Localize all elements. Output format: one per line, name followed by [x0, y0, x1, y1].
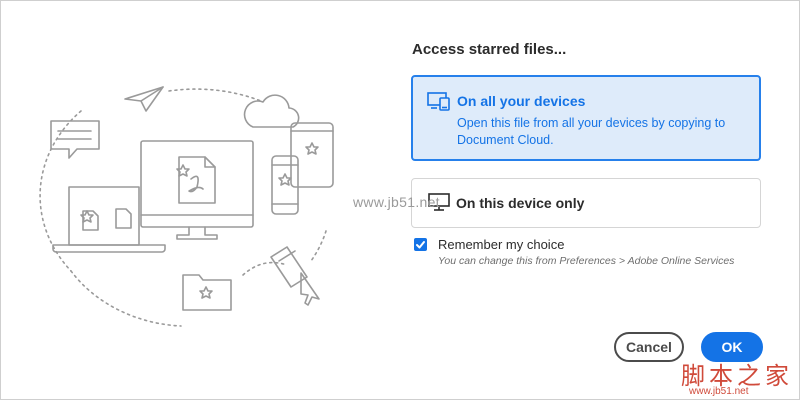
watermark-url: www.jb51.net: [689, 386, 749, 397]
option-all-devices-title: On all your devices: [457, 93, 586, 109]
option-all-devices[interactable]: On all your devices Open this file from …: [411, 75, 761, 161]
checkmark-icon: [416, 241, 425, 249]
watermark-site: www.jb51.net: [353, 194, 440, 210]
option-all-devices-description: Open this file from all your devices by …: [457, 116, 726, 147]
option-this-device-title: On this device only: [456, 195, 585, 211]
remember-choice-row: Remember my choice You can change this f…: [414, 237, 774, 274]
option-this-device[interactable]: On this device only: [411, 178, 761, 228]
cloud-devices-illustration: [39, 86, 334, 327]
remember-choice-hint: You can change this from Preferences > A…: [438, 255, 735, 267]
cancel-button[interactable]: Cancel: [614, 332, 684, 362]
dialog-title: Access starred files...: [412, 41, 567, 58]
remember-choice-checkbox[interactable]: [414, 238, 427, 251]
remember-choice-label[interactable]: Remember my choice: [438, 237, 564, 252]
devices-icon: [427, 92, 450, 111]
access-starred-files-dialog: Access starred files... On all your devi…: [0, 0, 800, 400]
